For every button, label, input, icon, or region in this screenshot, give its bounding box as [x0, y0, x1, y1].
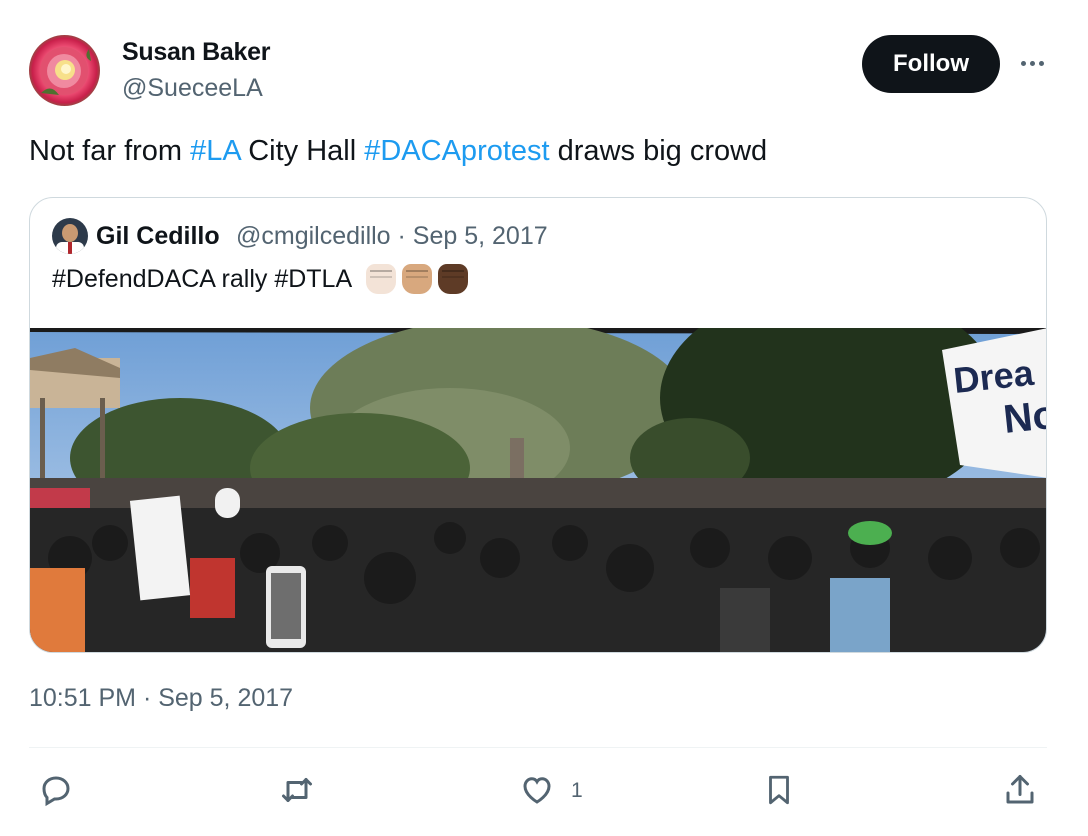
quoted-tweet-card[interactable]: Gil Cedillo @cmgilcedillo · Sep 5, 2017 … — [29, 197, 1047, 653]
follow-button[interactable]: Follow — [862, 35, 1000, 93]
hashtag-link-la[interactable]: #LA — [190, 135, 240, 167]
tweet-text-part: City Hall — [240, 135, 365, 167]
share-icon[interactable] — [1001, 771, 1039, 809]
bookmark-icon[interactable] — [760, 771, 798, 809]
author-name[interactable]: Susan Baker — [122, 38, 270, 67]
quoted-tweet-text: #DefendDACA rally #DTLA — [52, 264, 469, 294]
reply-icon[interactable] — [37, 771, 75, 809]
hashtag-link-dacaprotest[interactable]: #DACAprotest — [364, 135, 549, 167]
author-avatar[interactable] — [29, 35, 100, 106]
tweet-text: Not far from #LA City Hall #DACAprotest … — [29, 135, 767, 168]
quoted-author-name[interactable]: Gil Cedillo — [96, 222, 220, 251]
protest-sign-line1: Drea — [952, 352, 1037, 401]
raised-fist-medium-icon — [402, 264, 433, 294]
author-handle[interactable]: @SueceeLA — [122, 74, 263, 103]
protest-sign-line2: No — [1001, 393, 1047, 442]
raised-fist-dark-icon — [438, 264, 469, 294]
like-count: 1 — [571, 779, 583, 802]
more-options-icon[interactable] — [1014, 50, 1050, 76]
tweet-text-part: Not far from — [29, 135, 191, 167]
quoted-author-avatar[interactable] — [52, 218, 88, 254]
quoted-text-content: #DefendDACA rally #DTLA — [52, 264, 353, 293]
divider — [29, 747, 1047, 748]
heart-icon[interactable] — [518, 771, 556, 809]
rally-photo[interactable]: Drea No — [30, 328, 1047, 653]
quoted-handle-date[interactable]: @cmgilcedillo · Sep 5, 2017 — [236, 222, 548, 251]
retweet-icon[interactable] — [278, 771, 316, 809]
tweet-timestamp[interactable]: 10:51 PM · Sep 5, 2017 — [29, 684, 293, 713]
raised-fist-light-icon — [366, 264, 397, 294]
tweet-text-part: draws big crowd — [549, 135, 768, 167]
